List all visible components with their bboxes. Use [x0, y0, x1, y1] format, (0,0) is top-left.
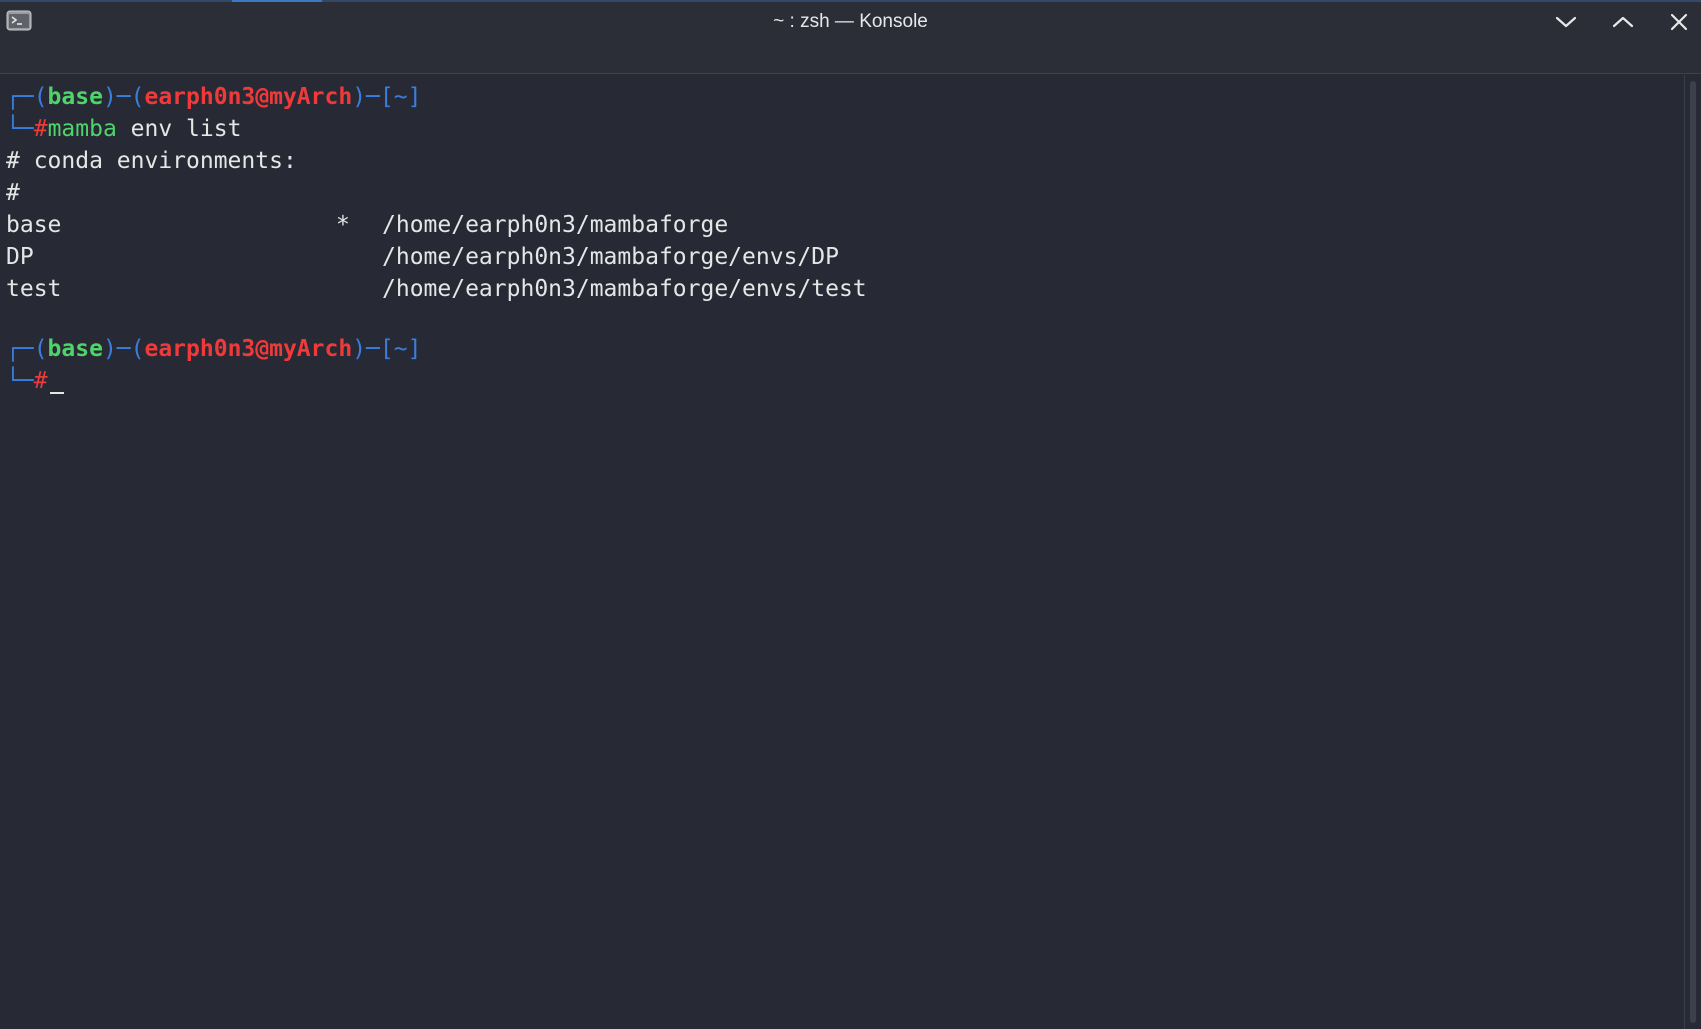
- minimize-icon: [1555, 16, 1577, 28]
- text-cursor: [49, 392, 64, 394]
- maximize-icon: [1612, 16, 1634, 28]
- terminal-icon[interactable]: [6, 10, 32, 32]
- prompt-bracket: )─[: [352, 336, 394, 362]
- title-bar[interactable]: ~ : zsh — Konsole: [0, 0, 1701, 74]
- prompt-env: base: [47, 84, 103, 110]
- env-active-marker: *: [336, 212, 350, 238]
- title-bar-accent: [232, 0, 322, 2]
- prompt-env: base: [47, 336, 103, 362]
- prompt-bracket: )─(: [102, 84, 145, 110]
- prompt-corner: └─: [6, 368, 34, 394]
- close-button[interactable]: [1662, 8, 1696, 36]
- prompt-bracket: ]: [407, 84, 422, 110]
- prompt-symbol: #: [33, 368, 48, 394]
- env-name: base: [6, 212, 62, 238]
- command-line: └─#mamba env list: [6, 113, 241, 145]
- env-path: /home/earph0n3/mambaforge: [382, 212, 729, 238]
- close-icon: [1670, 13, 1688, 31]
- prompt-bracket: ]: [407, 336, 422, 362]
- prompt-line: ┌─(base)─(earph0n3@myArch)─[~]: [6, 81, 421, 113]
- scrollbar[interactable]: [1684, 75, 1701, 1029]
- maximize-button[interactable]: [1606, 8, 1640, 36]
- output-hash: #: [6, 180, 20, 206]
- scrollbar-thumb[interactable]: [1690, 81, 1696, 1023]
- env-path: /home/earph0n3/mambaforge/envs/DP: [382, 244, 839, 270]
- env-name: DP: [6, 244, 34, 270]
- command-program: mamba: [47, 116, 117, 142]
- prompt-bracket: ┌─(: [6, 336, 48, 362]
- prompt-cwd: ~: [393, 84, 408, 110]
- prompt-bracket: ┌─(: [6, 84, 48, 110]
- input-line[interactable]: └─#: [6, 365, 64, 397]
- window-title: ~ : zsh — Konsole: [773, 11, 928, 32]
- terminal-output[interactable]: ┌─(base)─(earph0n3@myArch)─[~] └─#mamba …: [0, 75, 1684, 1029]
- konsole-window: ~ : zsh — Konsole ┌─(base)─(earph0n3@myA…: [0, 0, 1701, 1029]
- prompt-user-host: earph0n3@myArch: [144, 336, 353, 362]
- prompt-bracket: )─(: [102, 336, 145, 362]
- env-name: test: [6, 276, 62, 302]
- prompt-cwd: ~: [393, 336, 408, 362]
- prompt-symbol: #: [33, 116, 48, 142]
- prompt-user-host: earph0n3@myArch: [144, 84, 353, 110]
- minimize-button[interactable]: [1549, 8, 1583, 36]
- prompt-corner: └─: [6, 116, 34, 142]
- output-header: # conda environments:: [6, 148, 297, 174]
- prompt-line: ┌─(base)─(earph0n3@myArch)─[~]: [6, 333, 421, 365]
- command-args: env list: [116, 116, 242, 142]
- env-path: /home/earph0n3/mambaforge/envs/test: [382, 276, 867, 302]
- prompt-bracket: )─[: [352, 84, 394, 110]
